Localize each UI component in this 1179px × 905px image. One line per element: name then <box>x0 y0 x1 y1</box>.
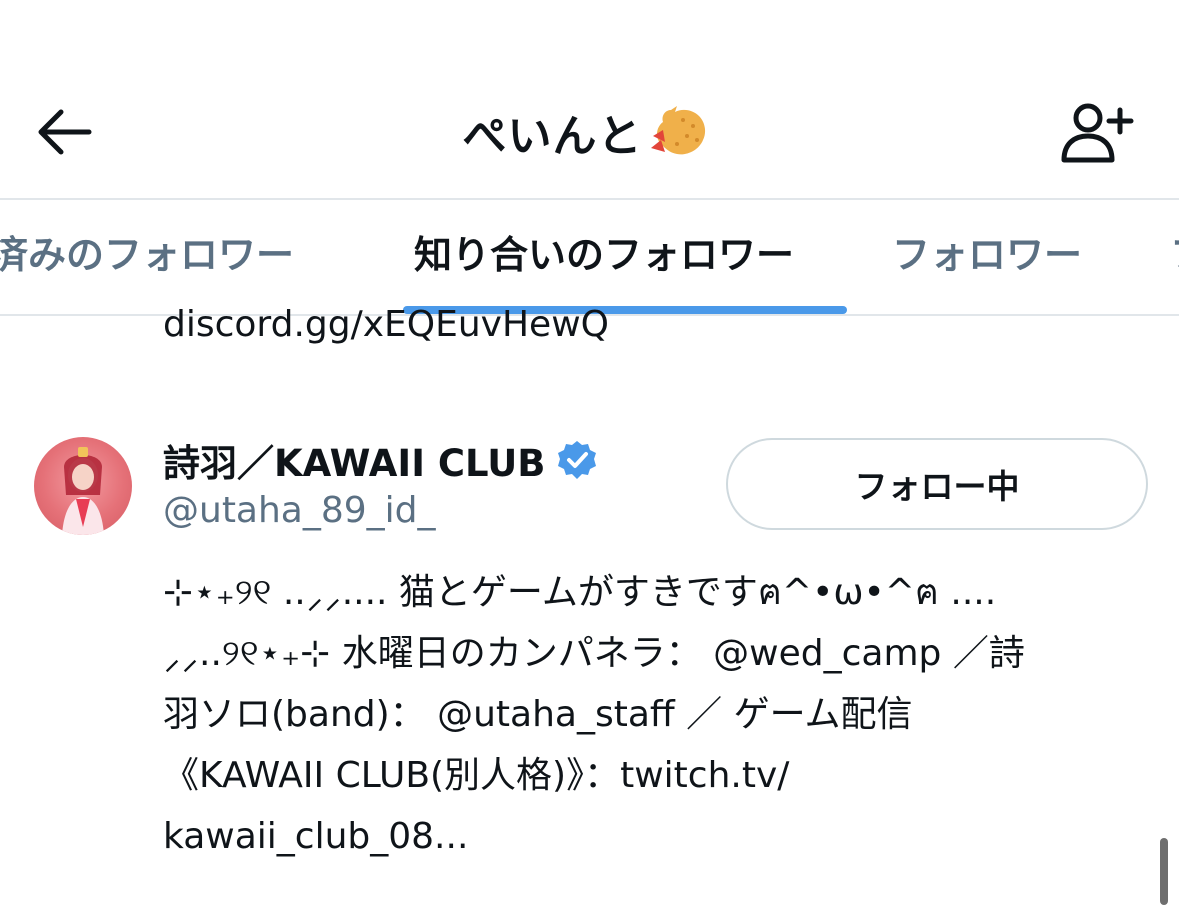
bio-line: kawaii_club_08... <box>163 816 469 857</box>
avatar-figure <box>62 447 104 535</box>
add-user-button[interactable] <box>1055 96 1139 168</box>
add-user-icon <box>1061 103 1134 163</box>
tab-followers[interactable]: フォロワー <box>892 224 1082 279</box>
fried-shrimp-emoji <box>650 106 705 155</box>
user-name: 詩羽／KAWAII CLUB <box>163 442 546 485</box>
tab-following[interactable]: フ <box>1170 224 1179 279</box>
page-title: ぺいんと <box>462 111 643 162</box>
following-button[interactable]: フォロー中 <box>726 438 1148 530</box>
top-header: ぺいんと <box>0 0 1179 200</box>
followers-screen: ぺいんと 済みのフォロワー 知り合いのフォロワー フォロワー フ <box>0 0 1179 905</box>
tab-known-followers[interactable]: 知り合いのフォロワー <box>414 224 794 279</box>
bio-line: 《KAWAII CLUB(別人格)》：twitch.tv/ <box>163 755 790 796</box>
bio-line: ⸝⸝..୨୧⋆₊⊹ 水曜日のカンパネラ： @wed_camp ／詩 <box>163 633 1025 674</box>
bio-line: ⊹⋆₊୨୧ ..⸝⸝.... 猫とゲームがすきですฅ^•ω•^ฅ .... <box>163 572 997 613</box>
tab-verified-followers[interactable]: 済みのフォロワー <box>0 224 294 279</box>
header-title-wrap: ぺいんと <box>0 100 1179 164</box>
user-bio: ⊹⋆₊୨୧ ..⸝⸝.... 猫とゲームがすきですฅ^•ω•^ฅ .... ⸝⸝… <box>163 562 1153 867</box>
verified-badge-icon <box>557 441 596 479</box>
follower-tabs: 済みのフォロワー 知り合いのフォロワー フォロワー フ <box>0 200 1179 316</box>
bio-line: 羽ソロ(band)： @utaha_staff ／ ゲーム配信 <box>163 694 913 735</box>
scrollbar[interactable] <box>1160 838 1168 905</box>
previous-user-bio-tail: discord.gg/xEQEuvHewQ <box>163 304 609 345</box>
user-handle: @utaha_89_id_ <box>163 490 436 531</box>
user-name-row[interactable]: 詩羽／KAWAII CLUB <box>163 432 598 488</box>
avatar[interactable] <box>34 437 132 535</box>
